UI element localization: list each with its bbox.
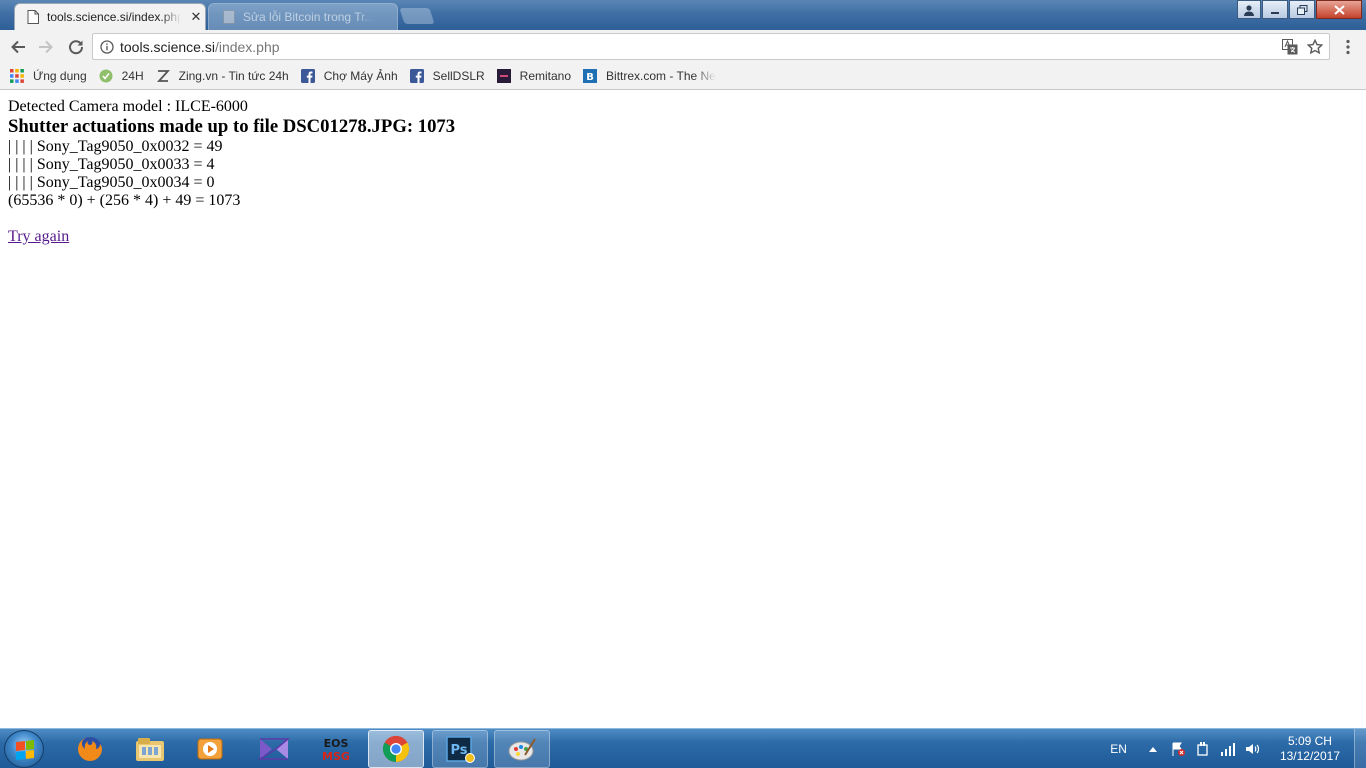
taskbar-chrome[interactable] <box>368 730 424 768</box>
bookmark-24h[interactable]: 24H <box>99 69 144 83</box>
bookmark-label: Chợ Máy Ảnh <box>323 69 398 83</box>
page-icon <box>27 10 39 24</box>
facebook-icon <box>409 69 424 83</box>
volume-icon[interactable] <box>1245 741 1261 757</box>
try-again-link[interactable]: Try again <box>8 228 69 245</box>
url-host: tools.science.si <box>120 38 215 55</box>
svg-text:B: B <box>586 72 594 83</box>
clock-time: 5:09 CH <box>1287 734 1332 748</box>
formula-line: (65536 * 0) + (256 * 4) + 49 = 1073 <box>8 192 241 209</box>
bookmark-apps[interactable]: Ứng dụng <box>10 69 87 83</box>
url-text: tools.science.si/index.php <box>120 39 280 55</box>
taskbar-eos-msg[interactable]: EOS MSG <box>308 730 364 768</box>
facebook-icon <box>300 69 315 83</box>
bookmark-bittrex[interactable]: B Bittrex.com - The Ne <box>583 69 716 83</box>
media-player-icon <box>197 738 223 760</box>
bookmark-zing[interactable]: Zing.vn - Tin tức 24h <box>156 69 289 83</box>
bookmark-label: Remitano <box>519 69 572 83</box>
camera-model-line: Detected Camera model : ILCE-6000 <box>8 98 248 115</box>
24h-icon <box>99 69 113 83</box>
eos-label: EOS <box>324 737 349 750</box>
msg-label: MSG <box>322 750 350 763</box>
paint-icon <box>508 738 536 761</box>
bookmark-cho-may-anh[interactable]: Chợ Máy Ảnh <box>300 69 398 83</box>
eos-msg-icon: EOS MSG <box>322 737 350 763</box>
tab-close-icon[interactable]: ✕ <box>189 9 203 25</box>
close-window-button[interactable] <box>1316 0 1362 19</box>
bookmark-selldslr[interactable]: SellDSLR <box>409 69 485 83</box>
url-path: /index.php <box>214 38 280 55</box>
power-icon[interactable] <box>1195 741 1211 757</box>
bookmark-label: Ứng dụng <box>33 69 87 83</box>
start-button[interactable] <box>4 730 44 768</box>
apps-grid-icon <box>10 69 24 83</box>
zing-icon <box>156 69 170 83</box>
bookmark-star-icon[interactable] <box>1306 38 1323 55</box>
bookmark-label: Zing.vn - Tin tức 24h <box>178 69 289 83</box>
file-explorer-icon <box>136 738 164 761</box>
minimize-button[interactable] <box>1262 0 1288 19</box>
bookmarks-bar: Ứng dụng 24H Zing.vn - Tin tức 24h Chợ M… <box>0 63 1366 90</box>
tab-active[interactable]: tools.science.si/index.php ✕ <box>14 3 206 30</box>
bookmark-label: 24H <box>121 69 144 83</box>
tab-title: tools.science.si/index.php <box>47 10 181 24</box>
tag-line: | | | | Sony_Tag9050_0x0032 = 49 <box>8 138 223 155</box>
photoshop-icon: Ps <box>446 736 475 763</box>
windows-logo-icon <box>16 740 34 760</box>
translate-icon[interactable] <box>1281 38 1298 55</box>
taskbar-visual-studio[interactable] <box>246 730 302 768</box>
language-indicator[interactable]: EN <box>1110 742 1127 756</box>
taskbar-media-player[interactable] <box>182 730 238 768</box>
reload-button[interactable] <box>65 36 87 58</box>
system-tray: EN 5:09 CH 13/12/2017 <box>1110 729 1366 768</box>
show-hidden-icons-icon[interactable] <box>1145 741 1161 757</box>
address-bar[interactable]: tools.science.si/index.php <box>92 33 1330 60</box>
user-icon[interactable] <box>1237 0 1261 19</box>
omnibox-actions <box>1281 38 1323 55</box>
ps-label: Ps <box>450 743 467 758</box>
tab-strip: tools.science.si/index.php ✕ Sửa lỗi Bit… <box>0 0 1366 30</box>
tag-line: | | | | Sony_Tag9050_0x0034 = 0 <box>8 174 215 191</box>
taskbar-file-explorer[interactable] <box>122 730 178 768</box>
bookmark-label: Bittrex.com - The Ne <box>606 69 716 83</box>
firefox-icon <box>78 737 102 761</box>
taskbar: EOS MSG Ps EN 5:09 CH 13/12/2017 <box>0 728 1366 768</box>
browser-toolbar: tools.science.si/index.php <box>0 30 1366 63</box>
forward-arrow-icon <box>39 40 53 53</box>
bittrex-icon: B <box>583 69 598 83</box>
taskbar-firefox[interactable] <box>62 730 118 768</box>
network-signal-icon[interactable] <box>1220 741 1236 757</box>
show-desktop-button[interactable] <box>1354 729 1366 768</box>
back-arrow-icon <box>11 40 25 53</box>
tag-line: | | | | Sony_Tag9050_0x0033 = 4 <box>8 156 215 173</box>
page-content: Detected Camera model : ILCE-6000 Shutte… <box>8 98 1358 246</box>
menu-kebab-icon[interactable] <box>1340 37 1356 57</box>
page-icon <box>223 10 235 24</box>
taskbar-photoshop[interactable]: Ps <box>432 730 488 768</box>
shutter-count-heading: Shutter actuations made up to file DSC01… <box>8 116 456 137</box>
tab-title: Sửa lỗi Bitcoin trong Tr... <box>243 10 375 24</box>
visual-studio-icon <box>258 738 290 760</box>
bookmark-remitano[interactable]: Remitano <box>496 69 572 83</box>
bookmark-label: SellDSLR <box>432 69 485 83</box>
tab-inactive[interactable]: Sửa lỗi Bitcoin trong Tr... <box>208 3 398 30</box>
taskbar-paint[interactable] <box>494 730 550 768</box>
back-button[interactable] <box>7 36 29 58</box>
new-tab-button[interactable] <box>399 8 435 24</box>
clock-date: 13/12/2017 <box>1279 749 1340 763</box>
forward-button[interactable] <box>35 36 57 58</box>
reload-icon <box>69 39 84 54</box>
window-controls <box>1236 0 1362 19</box>
chrome-icon <box>382 735 410 763</box>
clock[interactable]: 5:09 CH 13/12/2017 <box>1280 734 1340 764</box>
remitano-icon <box>496 69 511 83</box>
action-center-flag-icon[interactable] <box>1170 741 1186 757</box>
info-icon[interactable] <box>100 39 114 54</box>
restore-button[interactable] <box>1289 0 1315 19</box>
